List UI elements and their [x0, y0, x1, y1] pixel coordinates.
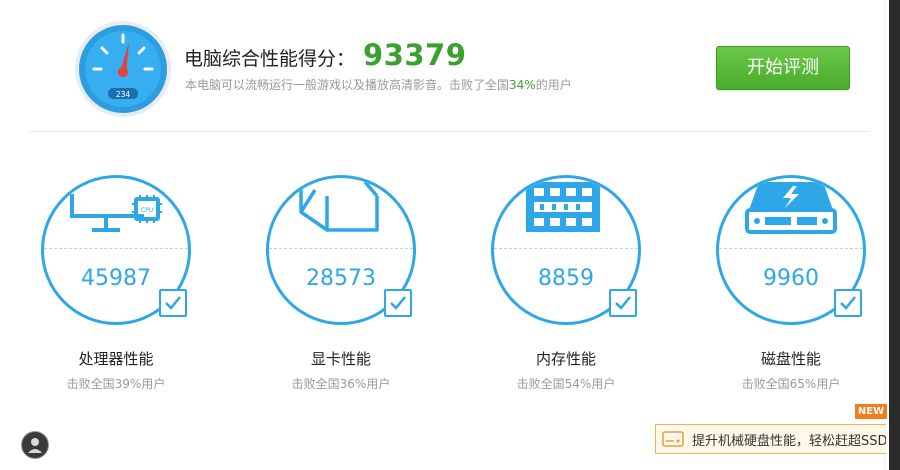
disk-performance-card: 9960 磁盘性能 击败全国65%用户 — [716, 175, 866, 395]
graphics-title: 显卡性能 — [310, 350, 371, 368]
edge-strip — [889, 0, 900, 470]
circle-divider — [269, 248, 413, 249]
disk-subtitle: 击败全国65%用户 — [741, 377, 841, 391]
cpu-score: 45987 — [81, 266, 151, 291]
promo-text[interactable]: 提升机械硬盘性能，轻松赶超SSD — [692, 430, 886, 449]
memory-performance-card: 8859 内存性能 击败全国54%用户 — [491, 175, 641, 395]
graphics-performance-card: 28573 显卡性能 击败全国36%用户 — [266, 175, 416, 395]
memory-score: 8859 — [538, 266, 594, 291]
score-heading: 电脑综合性能得分： 93379 — [184, 38, 466, 78]
circle-divider — [494, 248, 638, 249]
disk-drive-icon — [662, 431, 684, 447]
graphics-subtitle: 击败全国36%用户 — [291, 377, 391, 391]
new-badge: NEW — [855, 404, 887, 419]
cpu-chip-label: CPU — [141, 207, 153, 214]
score-label: 电脑综合性能得分： — [184, 48, 356, 70]
graphics-score: 28573 — [306, 266, 376, 291]
disk-title: 磁盘性能 — [760, 350, 821, 368]
memory-subtitle: 击败全国54%用户 — [516, 377, 616, 391]
window-edge — [884, 0, 900, 470]
user-avatar-icon[interactable] — [21, 431, 49, 459]
score-description: 本电脑可以流畅运行一般游戏以及播放高清影音。击败了全国34%的用户 — [185, 76, 572, 93]
cpu-performance-card: CPU 45987 处理器性能 击败全国39%用户 — [41, 175, 191, 395]
desc-prefix: 本电脑可以流畅运行一般游戏以及播放高清影音。击败了全国 — [185, 78, 510, 92]
cpu-subtitle: 击败全国39%用户 — [66, 377, 166, 391]
memory-title: 内存性能 — [535, 350, 596, 368]
gauge-display: 234 — [116, 90, 131, 99]
circle-divider — [44, 248, 188, 249]
ssd-promo-banner[interactable]: 提升机械硬盘性能，轻松赶超SSD — [655, 424, 886, 454]
check-icon[interactable] — [609, 289, 637, 317]
check-icon[interactable] — [384, 289, 412, 317]
desc-percent: 34% — [509, 78, 536, 92]
check-icon[interactable] — [159, 289, 187, 317]
circle-divider — [719, 248, 863, 249]
cpu-title: 处理器性能 — [78, 350, 154, 368]
desc-suffix: 的用户 — [535, 78, 572, 92]
check-icon[interactable] — [834, 289, 862, 317]
speedometer-icon: 234 — [75, 21, 171, 117]
disk-score: 9960 — [763, 266, 819, 291]
score-value: 93379 — [363, 38, 467, 72]
header-divider — [30, 131, 870, 132]
start-benchmark-button[interactable]: 开始评测 — [716, 46, 850, 90]
